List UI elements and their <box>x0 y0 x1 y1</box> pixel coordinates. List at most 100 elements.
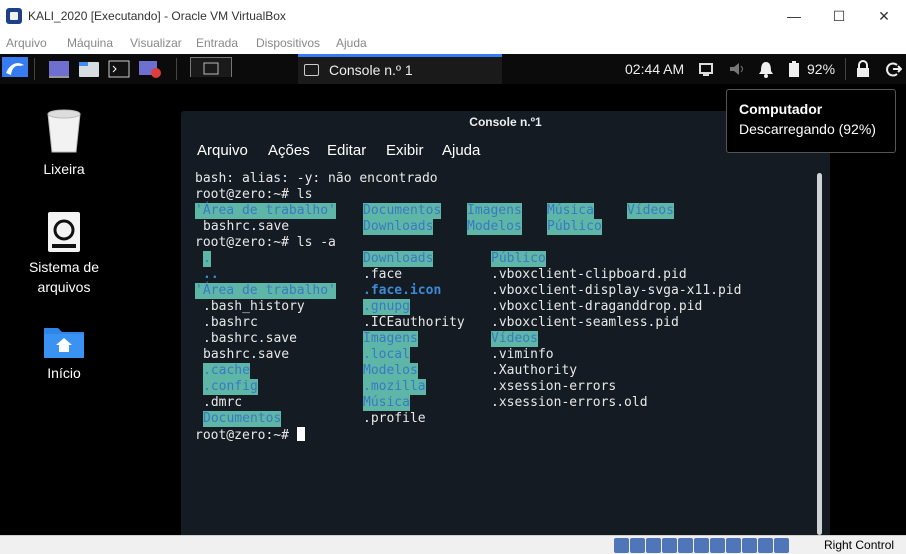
terminal-icon[interactable] <box>108 59 130 79</box>
la-entry-file: .vboxclient-draganddrop.pid <box>491 299 703 314</box>
vbox-statusbar: Right Control <box>0 535 906 554</box>
display-icon[interactable] <box>710 538 725 553</box>
console-icon <box>304 64 319 76</box>
show-desktop-icon[interactable] <box>48 59 70 79</box>
la-entry-file: .ICEauthority <box>363 315 465 330</box>
menu-ajuda[interactable]: Ajuda <box>336 36 367 50</box>
logout-icon[interactable] <box>884 59 902 79</box>
drive-icon <box>48 212 80 252</box>
desktop-icon-label: Lixeira <box>43 161 85 177</box>
tooltip-title: Computador <box>739 101 823 117</box>
terminal-scrollbar[interactable] <box>817 173 822 535</box>
terminal-menu-editar[interactable]: Editar <box>327 142 366 159</box>
battery-percent[interactable]: 92% <box>807 61 835 77</box>
la-entry-dir: .. <box>203 267 219 282</box>
minimize-icon[interactable]: — <box>782 6 806 26</box>
top-panel: Console n.º 1 02:44 AM 92% <box>0 54 906 84</box>
terminal-menu-arquivo[interactable]: Arquivo <box>197 142 248 159</box>
la-entry-file: .bashrc <box>203 315 258 330</box>
prompt-line: root@zero:~# ls -a <box>195 235 336 250</box>
text-cursor <box>296 427 305 441</box>
ls-entry-dir: Público <box>547 219 602 235</box>
clock[interactable]: 02:44 AM <box>625 61 684 77</box>
la-entry-dir: .config <box>203 379 258 395</box>
la-entry-file: .vboxclient-clipboard.pid <box>491 267 687 282</box>
taskbar-console-item[interactable]: Console n.º 1 <box>298 54 502 84</box>
shared-folders-icon[interactable] <box>694 538 709 553</box>
la-entry-dir: Modelos <box>363 363 418 379</box>
desktop-icon-trash[interactable]: Lixeira <box>14 106 114 179</box>
la-entry-dir: Downloads <box>363 251 434 267</box>
ls-entry-file: bashrc.save <box>203 219 290 234</box>
la-entry-file: .xsession-errors.old <box>491 395 648 410</box>
taskbar-console-label: Console n.º 1 <box>329 62 413 78</box>
audio-icon[interactable] <box>646 538 661 553</box>
keyboard-icon[interactable] <box>774 538 789 553</box>
ls-entry-dir: Modelos <box>467 219 522 235</box>
panel-separator <box>845 58 846 80</box>
battery-tooltip: Computador Descarregando (92%) <box>726 89 896 153</box>
maximize-icon[interactable]: ☐ <box>827 6 851 26</box>
terminal-menu-exibir[interactable]: Exibir <box>386 142 424 159</box>
network-icon[interactable] <box>662 538 677 553</box>
lock-icon[interactable] <box>855 59 871 79</box>
la-entry-link: .face.icon <box>363 283 442 298</box>
menu-dispositivos[interactable]: Dispositivos <box>256 36 320 50</box>
la-entry-file: .Xauthority <box>491 363 578 378</box>
close-icon[interactable]: ✕ <box>872 6 896 26</box>
la-entry-dir: . <box>203 251 211 267</box>
desktop-icon-label: Sistema de arquivos <box>28 259 100 295</box>
workspace-switcher[interactable] <box>190 57 232 77</box>
window-title: KALI_2020 [Executando] - Oracle VM Virtu… <box>28 9 286 23</box>
output-line: bash: alias: -y: não encontrado <box>195 171 438 186</box>
vbox-menubar: Arquivo Máquina Visualizar Entrada Dispo… <box>0 32 906 54</box>
la-entry-file: .dmrc <box>203 395 243 410</box>
terminal-menu-ajuda[interactable]: Ajuda <box>442 142 480 159</box>
mouse-integration-icon[interactable] <box>758 538 773 553</box>
menu-maquina[interactable]: Máquina <box>67 36 113 50</box>
la-entry-dir: .mozilla <box>363 379 426 395</box>
virtualbox-logo-icon <box>6 8 22 24</box>
notifications-bell-icon[interactable] <box>758 59 774 79</box>
la-entry-file: .vboxclient-display-svga-x11.pid <box>491 283 742 298</box>
ls-entry-dir: Documentos <box>363 203 442 219</box>
la-entry-file: .profile <box>363 411 426 426</box>
usb-icon[interactable] <box>678 538 693 553</box>
desktop-icon-filesystem[interactable]: Sistema de arquivos <box>14 210 114 297</box>
battery-icon[interactable] <box>787 59 801 79</box>
la-entry-file: .face <box>363 267 403 282</box>
la-entry-file: .vboxclient-seamless.pid <box>491 315 679 330</box>
terminal-window[interactable]: Console n.º1 Arquivo Ações Editar Exibir… <box>181 111 830 535</box>
menu-visualizar[interactable]: Visualizar <box>130 36 182 50</box>
device-status-icons <box>614 538 790 553</box>
home-folder-icon <box>44 328 84 358</box>
ls-entry-dir: Música <box>547 203 594 219</box>
recording-icon[interactable] <box>726 538 741 553</box>
la-entry-file: .bashrc.save <box>203 331 297 346</box>
kali-menu-icon[interactable] <box>2 57 28 77</box>
la-entry-dir: Imagens <box>363 331 418 347</box>
la-entry-dir: .gnupg <box>363 299 410 315</box>
la-entry-file: .viminfo <box>491 347 554 362</box>
ls-entry-dir: 'Área de trabalho' <box>195 203 336 219</box>
prompt-line: root@zero:~# ls <box>195 187 313 202</box>
la-entry-dir: Música <box>363 395 410 411</box>
desktop-icon-home[interactable]: Início <box>14 322 114 383</box>
vbox-titlebar: KALI_2020 [Executando] - Oracle VM Virtu… <box>0 0 906 32</box>
ls-entry-dir: Downloads <box>363 219 434 235</box>
hard-disk-icon[interactable] <box>614 538 629 553</box>
cpu-icon[interactable] <box>742 538 757 553</box>
la-entry-file: .bash_history <box>203 299 305 314</box>
terminal-menu-acoes[interactable]: Ações <box>268 142 310 159</box>
optical-drive-icon[interactable] <box>630 538 645 553</box>
ls-entry-dir: Imagens <box>467 203 522 219</box>
menu-entrada[interactable]: Entrada <box>196 36 238 50</box>
volume-icon[interactable] <box>728 59 746 79</box>
display-icon[interactable] <box>698 59 714 79</box>
file-manager-icon[interactable] <box>78 59 100 79</box>
ls-entry-dir: Vídeos <box>627 203 674 219</box>
la-entry-file: bashrc.save <box>203 347 290 362</box>
screen-recorder-icon[interactable] <box>138 59 162 79</box>
menu-arquivo[interactable]: Arquivo <box>6 36 47 50</box>
la-entry-dir: 'Área de trabalho' <box>195 283 336 299</box>
